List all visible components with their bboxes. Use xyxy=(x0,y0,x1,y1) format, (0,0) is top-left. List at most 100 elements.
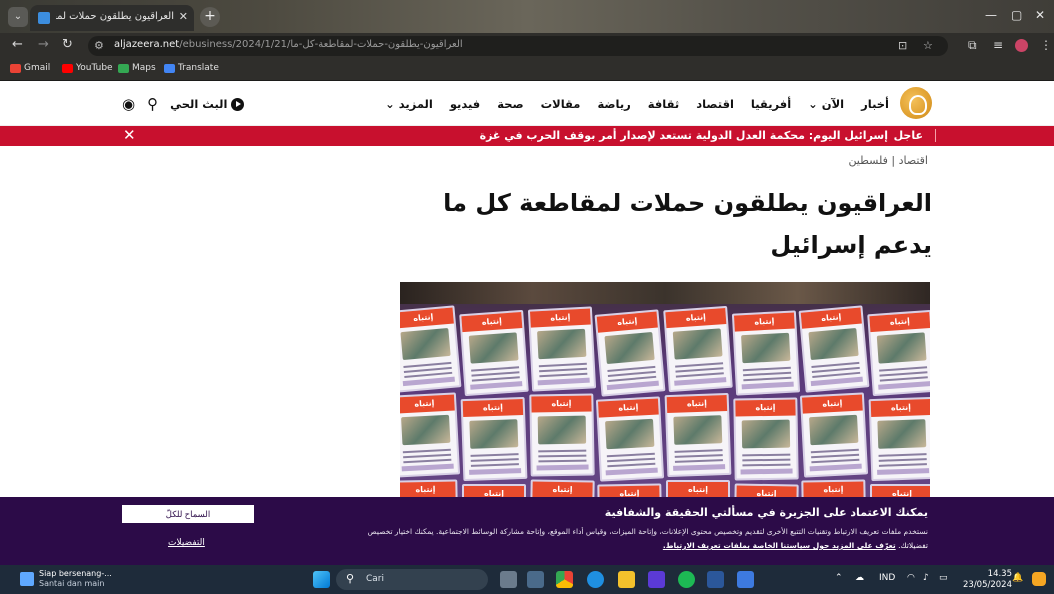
hero-card: إنتباه xyxy=(400,305,462,393)
reading-list-icon[interactable]: ≡ xyxy=(993,38,1003,52)
nav-item-culture[interactable]: ثقافة xyxy=(648,97,679,111)
weather-widget[interactable]: Siap bersenang-... Santai dan main xyxy=(20,569,112,589)
allow-all-button[interactable]: السماح للكلّ xyxy=(122,505,254,523)
clock-date: 23/05/2024 xyxy=(963,580,1012,590)
bookmark-translate[interactable]: Translate xyxy=(164,63,219,73)
aljazeera-logo[interactable] xyxy=(900,87,932,119)
hero-card-label: إنتباه xyxy=(530,308,591,328)
tray-chevron-icon[interactable]: ⌃ xyxy=(835,573,843,583)
article-headline: العراقيون يطلقون حملات لمقاطعة كل ما يدع… xyxy=(443,189,932,259)
hero-card-footer xyxy=(605,467,658,476)
wifi-icon[interactable]: ◠ xyxy=(907,573,915,583)
hero-card-label: إنتباه xyxy=(400,307,454,329)
profile-avatar[interactable] xyxy=(1015,39,1028,52)
tab-search-icon[interactable]: ⌄ xyxy=(8,7,28,27)
nav-item-health[interactable]: صحة xyxy=(497,97,523,111)
bookmark-maps[interactable]: Maps xyxy=(118,63,156,73)
hero-card-text-line xyxy=(538,454,587,458)
account-icon[interactable]: ◉ xyxy=(122,95,135,113)
site-info-icon[interactable]: ⚙ xyxy=(94,39,104,52)
hero-card-text-line xyxy=(742,458,791,462)
hero-card-label: إنتباه xyxy=(668,482,728,498)
back-icon[interactable]: ← xyxy=(12,37,23,52)
nav-item-video[interactable]: فيديو xyxy=(450,97,480,111)
nav-item-now[interactable]: الآن ⌄ xyxy=(808,97,844,111)
live-stream-link[interactable]: البث الحي xyxy=(170,97,245,111)
hero-card-footer xyxy=(810,376,863,387)
cookie-policy-link[interactable]: تعرّف على المزيد حول سياستنا الخاصة بملف… xyxy=(663,541,896,550)
cloud-icon[interactable]: ☁ xyxy=(855,573,864,583)
search-icon: ⚲ xyxy=(346,572,355,585)
browser-tab[interactable]: العراقيون يطلقون حملات لمقاطعة ✕ xyxy=(30,5,194,31)
menu-icon[interactable]: ⋮ xyxy=(1040,38,1052,52)
nav-item-articles[interactable]: مقالات xyxy=(541,97,581,111)
task-view-icon[interactable] xyxy=(500,571,517,588)
clock-time: 14.35 xyxy=(987,569,1012,579)
breaking-text[interactable]: إسرائيل اليوم: محكمة العدل الدولية تستعد… xyxy=(480,129,923,142)
hero-card-label: إنتباه xyxy=(400,481,456,499)
address-bar[interactable]: ⚙ aljazeera.net/ebusiness/2024/1/21/العر… xyxy=(88,36,948,56)
hero-card-label: إنتباه xyxy=(461,312,523,333)
nav-item-africa[interactable]: أفريقيا xyxy=(751,97,791,111)
hero-card-photo xyxy=(876,332,927,364)
hero-card-label: إنتباه xyxy=(734,312,795,332)
hero-card-footer xyxy=(877,468,930,475)
forward-icon[interactable]: → xyxy=(38,37,49,52)
hero-card-label: إنتباه xyxy=(735,399,796,417)
nav-item-sports[interactable]: رياضة xyxy=(597,97,630,111)
cookie-policy-line: تفضيلاتك. تعرّف على المزيد حول سياستنا ا… xyxy=(663,541,928,550)
media-icon[interactable] xyxy=(648,571,665,588)
cookie-banner: يمكنك الاعتماد على الجزيرة في مسألتي الح… xyxy=(0,497,1054,565)
nav-item-more[interactable]: المزيد ⌄ xyxy=(385,97,433,111)
maximize-icon[interactable]: ▢ xyxy=(1011,8,1022,22)
hero-card-photo xyxy=(537,415,587,445)
extensions-icon[interactable]: ⧉ xyxy=(968,38,977,53)
breaking-news-bar[interactable]: عاجل إسرائيل اليوم: محكمة العدل الدولية … xyxy=(0,126,1054,146)
notepad-icon[interactable] xyxy=(737,571,754,588)
bookmark-gmail[interactable]: Gmail xyxy=(10,63,50,73)
edge-icon[interactable] xyxy=(587,571,604,588)
hero-card: إنتباه xyxy=(868,396,930,482)
taskbar-search[interactable]: ⚲ Cari xyxy=(336,569,488,590)
close-icon[interactable]: ✕ xyxy=(123,126,136,144)
hero-card-text-line xyxy=(878,453,927,457)
search-icon[interactable]: ⚲ xyxy=(147,95,158,113)
volume-icon[interactable]: ♪ xyxy=(923,573,929,583)
hero-card-label: إنتباه xyxy=(803,481,864,499)
close-window-icon[interactable]: ✕ xyxy=(1035,8,1045,22)
hero-card: إنتباه xyxy=(460,396,528,482)
notification-bell-icon[interactable]: 🔔 xyxy=(1012,573,1023,583)
widgets-icon[interactable] xyxy=(527,571,544,588)
hero-card-text-line xyxy=(538,449,587,453)
weather-icon xyxy=(20,572,34,586)
hero-card-label: إنتباه xyxy=(665,308,727,329)
battery-icon[interactable]: ▭ xyxy=(939,573,948,583)
hero-card-footer xyxy=(673,464,726,471)
language-indicator[interactable]: IND xyxy=(879,573,895,583)
nav-item-economy[interactable]: اقتصاد xyxy=(696,97,734,111)
bookmark-star-icon[interactable]: ☆ xyxy=(923,39,933,52)
translate-page-icon[interactable]: ⊡ xyxy=(898,39,907,52)
main-nav: أخبار الآن ⌄ أفريقيا اقتصاد ثقافة رياضة … xyxy=(385,97,889,111)
taskbar-search-placeholder: Cari xyxy=(366,574,384,584)
tab-close-icon[interactable]: ✕ xyxy=(179,10,188,23)
hero-card-footer xyxy=(606,380,659,391)
word-icon[interactable] xyxy=(707,571,724,588)
nav-item-news[interactable]: أخبار xyxy=(861,97,889,111)
chrome-icon[interactable] xyxy=(556,571,573,588)
windows-taskbar: Siap bersenang-... Santai dan main ⚲ Car… xyxy=(0,565,1054,594)
hero-card-text-line xyxy=(470,453,519,457)
clock[interactable]: 14.35 23/05/2024 xyxy=(963,569,1012,591)
start-button-icon[interactable] xyxy=(313,571,330,588)
breadcrumb[interactable]: اقتصاد | فلسطين xyxy=(848,154,928,167)
preferences-button[interactable]: التفضيلات xyxy=(168,538,205,548)
hero-card: إنتباه xyxy=(459,309,529,397)
new-tab-button[interactable]: + xyxy=(200,7,220,27)
minimize-icon[interactable]: — xyxy=(985,8,997,22)
bookmark-youtube[interactable]: YouTube xyxy=(62,63,113,73)
spotify-icon[interactable] xyxy=(678,571,695,588)
app-tray-icon[interactable] xyxy=(1032,572,1046,586)
hero-card-text-line xyxy=(470,463,519,467)
reload-icon[interactable]: ↻ xyxy=(62,37,73,52)
file-explorer-icon[interactable] xyxy=(618,571,635,588)
